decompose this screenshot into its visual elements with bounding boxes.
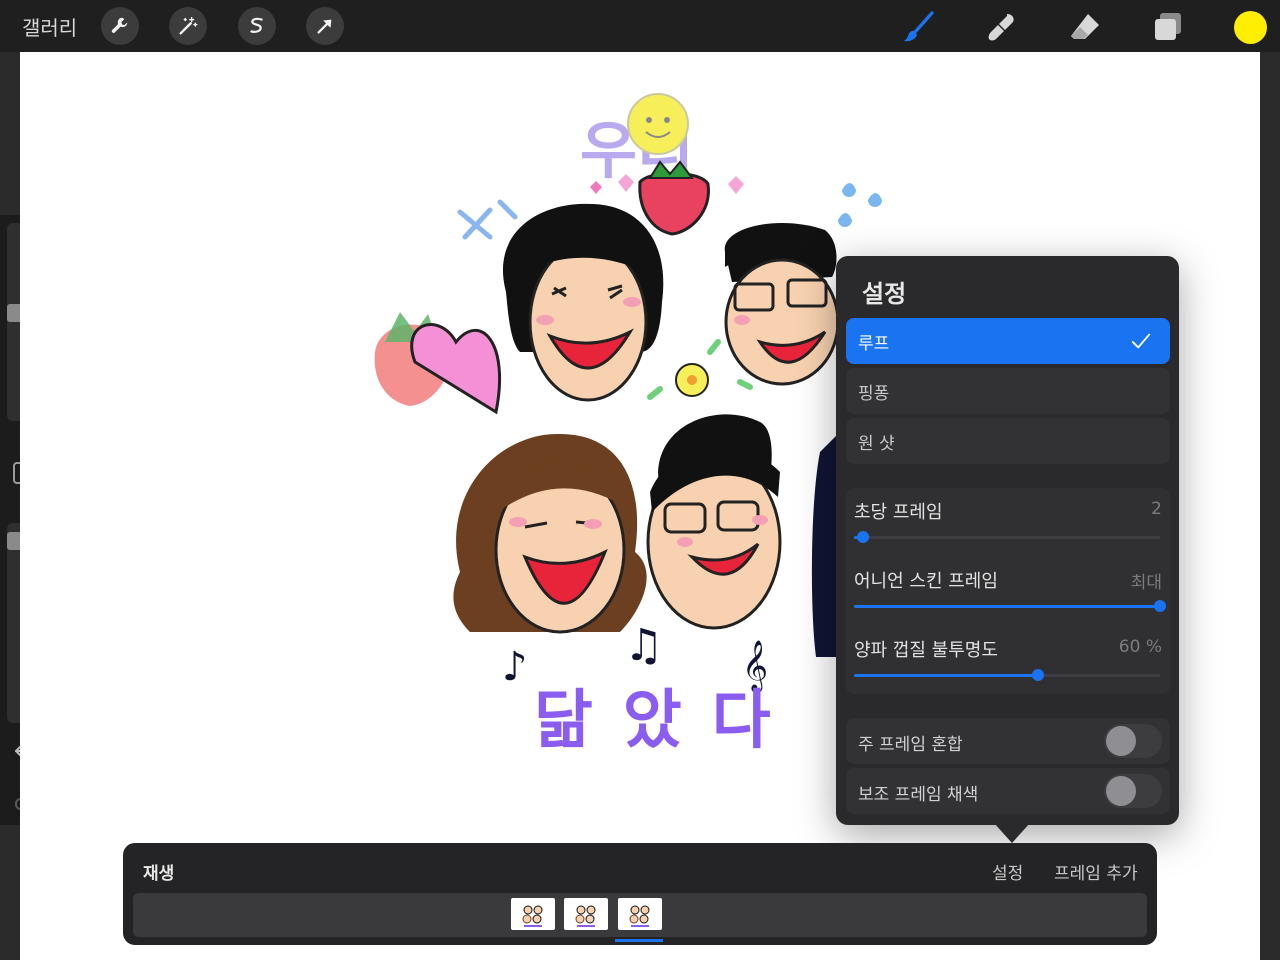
animation-settings-popover: 설정 루프 핑퐁 원 샷 초당 프레임 2 어니언 스킨 프레임 최대 양파 껍… xyxy=(836,256,1179,825)
svg-text:♫: ♫ xyxy=(624,620,663,671)
brush-icon[interactable] xyxy=(902,10,936,44)
popover-arrow xyxy=(994,823,1030,843)
onion-frames-slider[interactable] xyxy=(854,600,1166,612)
fps-label: 초당 프레임 xyxy=(854,502,943,523)
fps-value: 2 xyxy=(1151,499,1162,519)
color-secondary-row: 보조 프레임 채색 xyxy=(846,768,1170,814)
music-note-icon: ♪ xyxy=(502,644,528,690)
option-label: 루프 xyxy=(858,333,890,354)
onion-opacity-value: 60 % xyxy=(1118,637,1162,657)
fps-slider[interactable] xyxy=(854,531,1160,543)
color-swatch[interactable] xyxy=(1234,11,1267,44)
gallery-link[interactable]: 갤러리 xyxy=(22,12,77,41)
blend-primary-row: 주 프레임 혼합 xyxy=(846,718,1170,764)
option-label: 원 샷 xyxy=(858,433,895,454)
selection-icon[interactable] xyxy=(238,7,276,45)
option-label: 핑퐁 xyxy=(858,383,890,404)
blend-primary-label: 주 프레임 혼합 xyxy=(858,735,963,755)
slider-group: 초당 프레임 2 어니언 스킨 프레임 최대 양파 껍질 불투명도 60 % xyxy=(846,488,1170,694)
smudge-icon[interactable] xyxy=(985,10,1019,44)
onion-frames-slider-knob[interactable] xyxy=(1154,600,1166,612)
wrench-icon[interactable] xyxy=(101,7,139,45)
frame-strip xyxy=(133,893,1147,937)
transform-arrow-icon[interactable] xyxy=(306,7,344,45)
option-pingpong[interactable]: 핑퐁 xyxy=(846,368,1170,414)
frame-thumbnail-2[interactable] xyxy=(564,898,608,930)
strawberry-icon xyxy=(638,171,710,236)
layers-icon[interactable] xyxy=(1151,10,1185,44)
play-button[interactable]: 재생 xyxy=(143,859,174,884)
selected-frame-indicator xyxy=(615,939,663,942)
option-loop[interactable]: 루프 xyxy=(846,318,1170,364)
onion-opacity-slider[interactable] xyxy=(854,669,1160,681)
magic-wand-icon[interactable] xyxy=(169,7,207,45)
smiley-icon xyxy=(627,93,689,155)
color-secondary-label: 보조 프레임 채색 xyxy=(858,785,979,805)
onion-opacity-label: 양파 껍질 불투명도 xyxy=(854,640,998,661)
toggle-knob xyxy=(1106,776,1136,806)
fps-slider-knob[interactable] xyxy=(857,531,870,543)
popover-title: 설정 xyxy=(862,280,907,308)
top-toolbar: 갤러리 xyxy=(0,0,1280,52)
onion-frames-label: 어니언 스킨 프레임 xyxy=(854,571,998,592)
frame-thumbnail-1[interactable] xyxy=(511,898,555,930)
blend-primary-toggle[interactable] xyxy=(1104,724,1162,758)
option-oneshot[interactable]: 원 샷 xyxy=(846,418,1170,464)
onion-opacity-slider-knob[interactable] xyxy=(1031,669,1044,681)
frame-thumbnail-3[interactable] xyxy=(618,898,662,930)
toggle-knob xyxy=(1106,726,1136,756)
color-secondary-toggle[interactable] xyxy=(1104,774,1162,808)
drawing-bottom-text: 닮았다 xyxy=(534,684,801,758)
add-frame-button[interactable]: 프레임 추가 xyxy=(1054,859,1138,884)
animation-timeline: 재생 설정 프레임 추가 xyxy=(123,843,1157,945)
eraser-icon[interactable] xyxy=(1068,10,1102,44)
onion-frames-value: 최대 xyxy=(1130,573,1162,593)
checkmark-icon xyxy=(1131,333,1151,349)
timeline-settings-button[interactable]: 설정 xyxy=(992,859,1023,884)
